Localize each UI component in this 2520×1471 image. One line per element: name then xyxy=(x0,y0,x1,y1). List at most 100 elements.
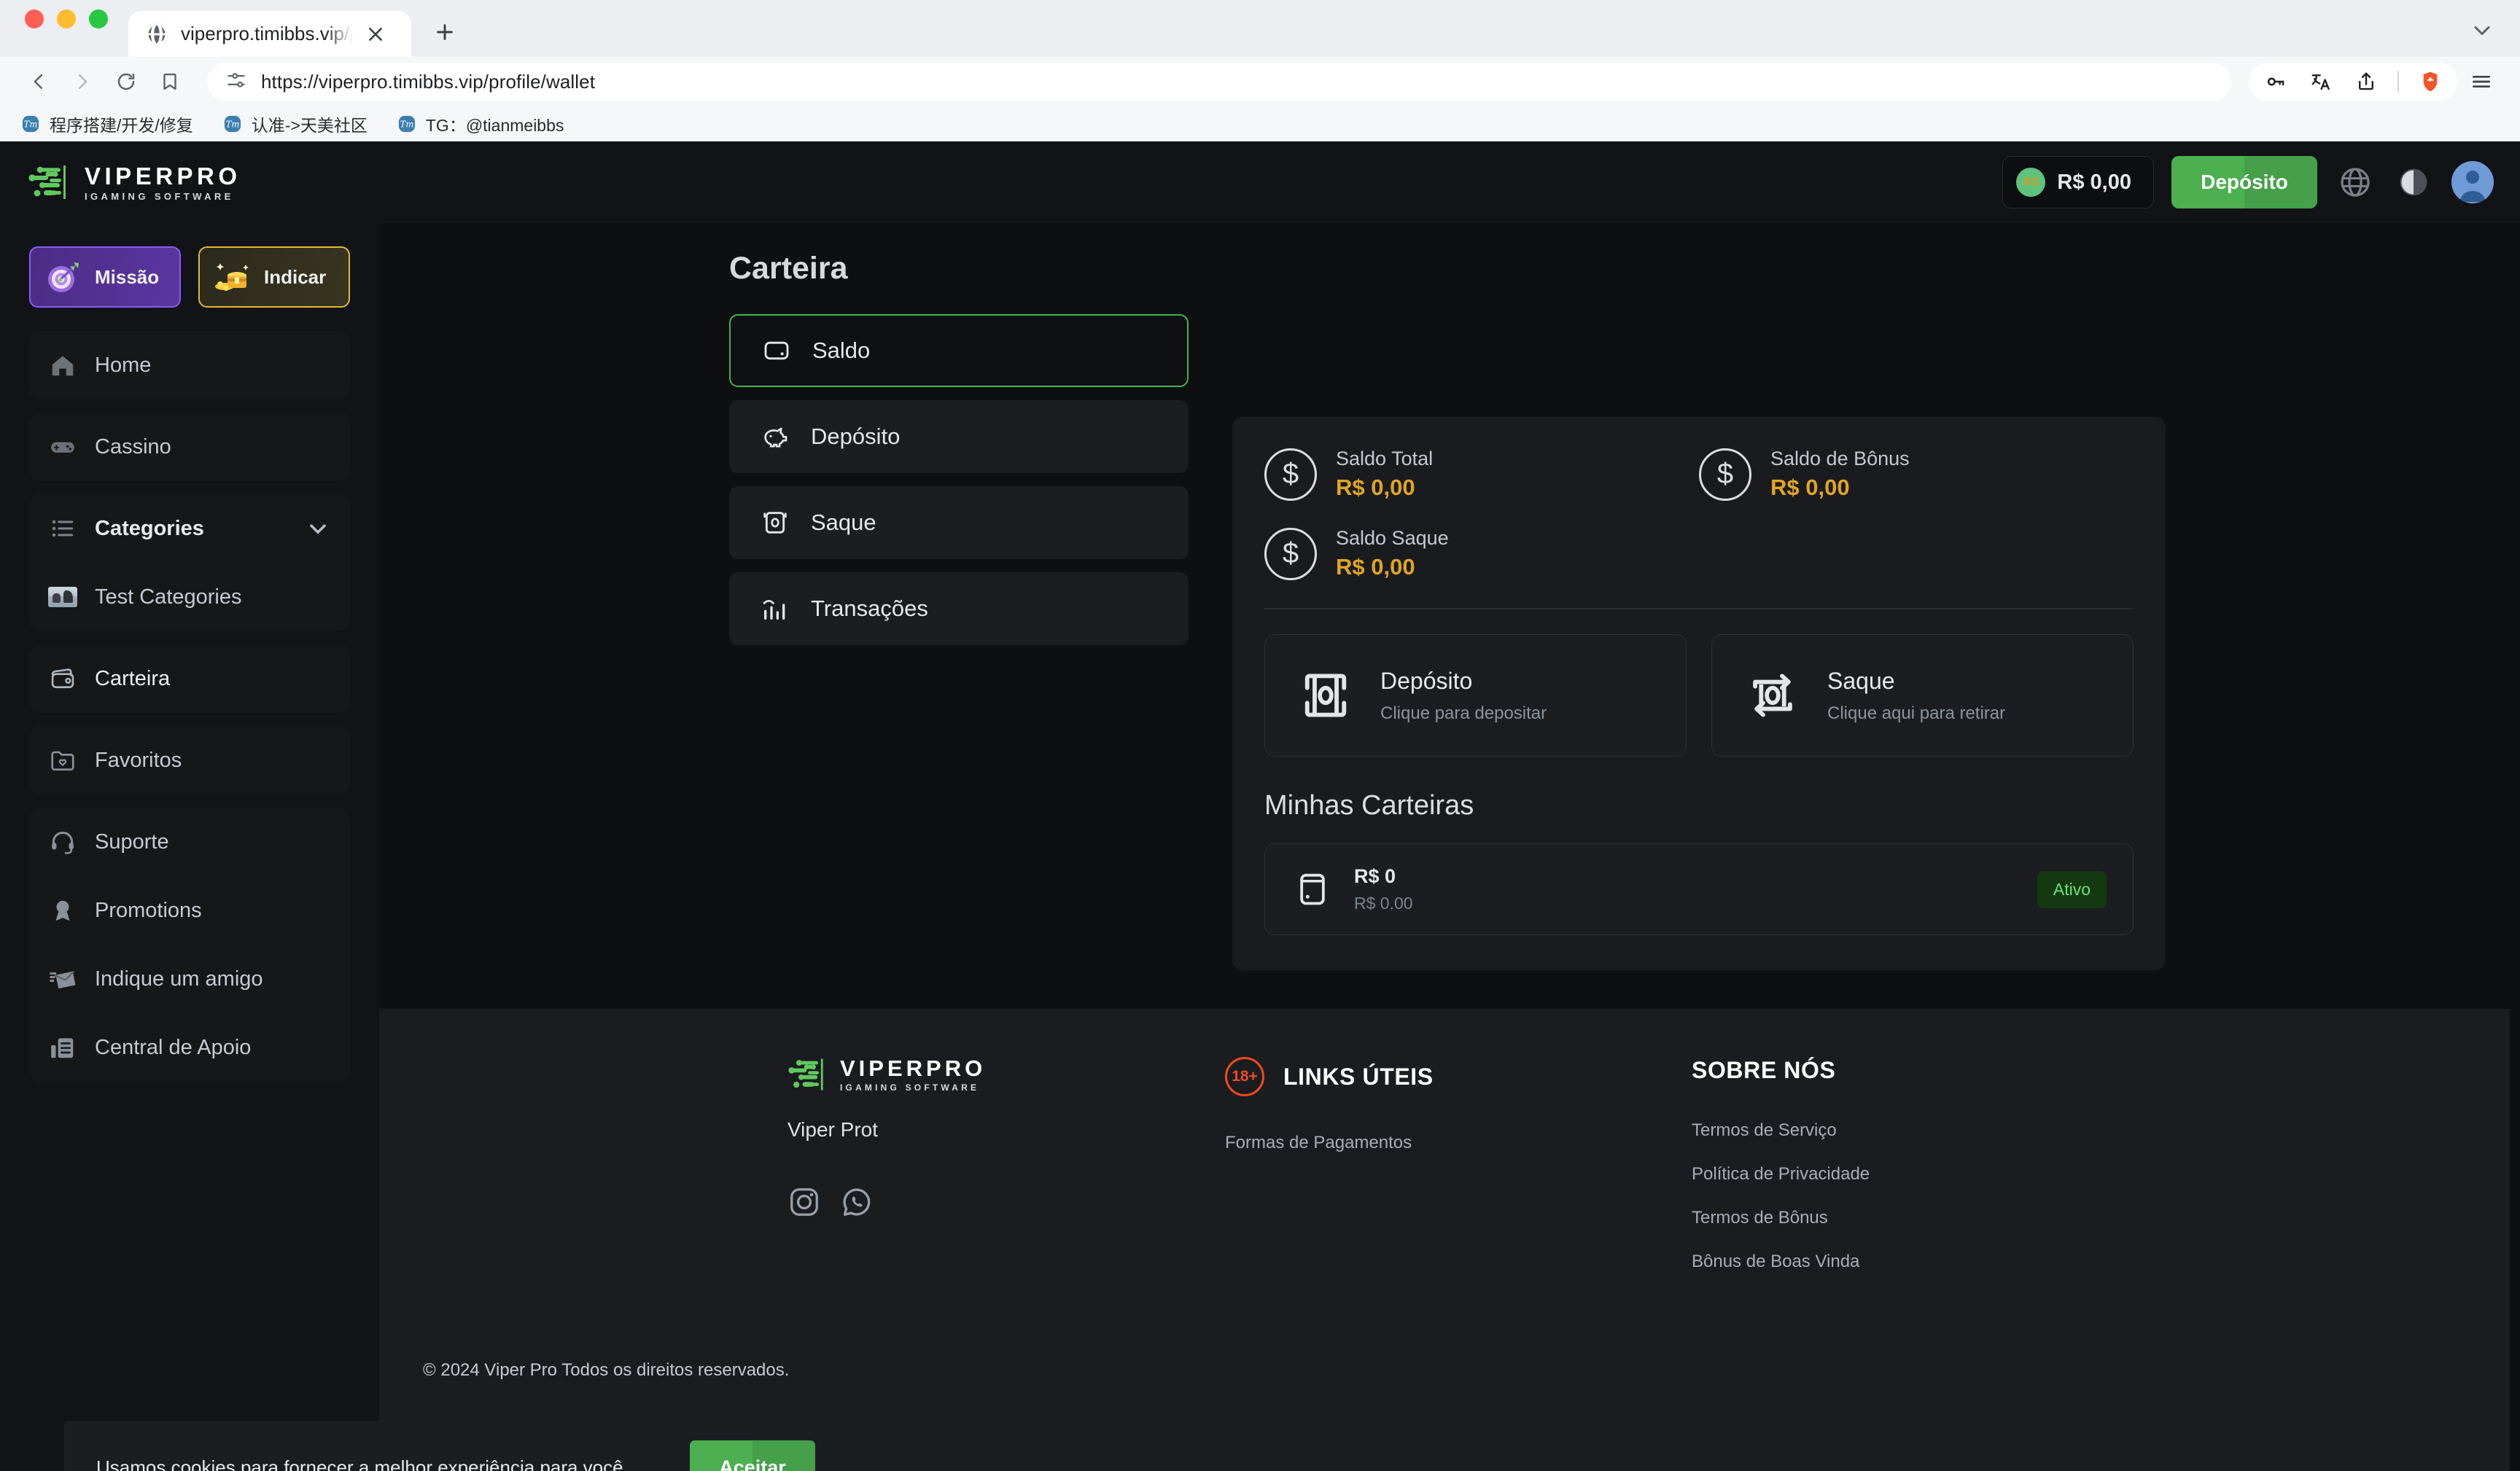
wallet-tab-deposito[interactable]: Depósito xyxy=(729,400,1189,473)
cookie-consent-banner: Usamos cookies para fornecer a melhor ex… xyxy=(64,1421,847,1471)
balance-label: Saldo Saque xyxy=(1336,527,1449,549)
instagram-icon[interactable] xyxy=(788,1185,821,1219)
action-card-deposito[interactable]: Depósito Clique para depositar xyxy=(1264,634,1687,757)
action-title: Saque xyxy=(1827,667,1895,694)
close-icon[interactable] xyxy=(365,23,386,45)
wallet-tab-saldo[interactable]: Saldo xyxy=(729,314,1189,387)
sidebar-group-support: Suporte Promotions Indique um amigo Cent… xyxy=(29,808,350,1082)
header-actions: R$ R$ 0,00 Depósito xyxy=(2002,156,2520,208)
gamepad-icon xyxy=(48,432,77,461)
footer-logo-subtitle: IGAMING SOFTWARE xyxy=(840,1082,980,1093)
footer-link[interactable]: Formas de Pagamentos xyxy=(1225,1133,1692,1153)
sidebar-item-home[interactable]: Home xyxy=(29,331,350,399)
sidebar-item-promotions[interactable]: Promotions xyxy=(29,876,350,945)
footer-brand-name: Viper Prot xyxy=(788,1118,878,1141)
sidebar-item-favoritos[interactable]: Favoritos xyxy=(29,726,350,795)
user-avatar-icon[interactable] xyxy=(2451,161,2494,203)
globe-icon xyxy=(144,22,169,47)
window-traffic-lights xyxy=(25,0,108,57)
translate-icon[interactable] xyxy=(2301,62,2341,101)
whatsapp-icon[interactable] xyxy=(840,1185,874,1219)
sidebar-item-suporte[interactable]: Suporte xyxy=(29,808,350,876)
share-icon[interactable] xyxy=(2346,62,2386,101)
site-logo[interactable]: VIPERPRO IGAMING SOFTWARE xyxy=(28,164,241,201)
support-center-icon xyxy=(48,1033,77,1062)
sidebar-item-carteira[interactable]: Carteira xyxy=(29,644,350,713)
sidebar-item-test-categories[interactable]: Test Categories xyxy=(29,563,350,631)
sidebar-item-indique-um-amigo[interactable]: Indique um amigo xyxy=(29,945,350,1013)
footer-link[interactable]: Termos de Bônus xyxy=(1692,1208,2158,1228)
action-card-saque[interactable]: Saque Clique aqui para retirar xyxy=(1711,634,2134,757)
table-row[interactable]: R$ 0 R$ 0.00 Ativo xyxy=(1264,843,2134,935)
back-icon[interactable] xyxy=(19,62,58,101)
maximize-window-button[interactable] xyxy=(89,9,108,28)
banknote-withdraw-icon xyxy=(1741,664,1804,727)
wallet-tab-saque[interactable]: Saque xyxy=(729,486,1189,559)
sidebar-item-label: Test Categories xyxy=(95,585,242,609)
tab-strip: viperpro.timibbs.vip/profile/w xyxy=(0,0,2520,57)
treasure-chest-icon xyxy=(213,257,252,297)
close-window-button[interactable] xyxy=(25,9,44,28)
address-bar[interactable]: https://viperpro.timibbs.vip/profile/wal… xyxy=(207,63,2231,101)
wallet-tabs-panel: Carteira Saldo Depósito Saque Transações xyxy=(729,251,1189,658)
theme-contrast-icon[interactable] xyxy=(2393,162,2434,203)
sidebar-item-label: Home xyxy=(95,353,152,377)
chevron-down-icon[interactable] xyxy=(305,515,331,542)
sidebar-promos: Missão Indicar xyxy=(29,246,350,308)
footer-link[interactable]: Termos de Serviço xyxy=(1692,1120,2158,1141)
atm-banknote-icon xyxy=(760,507,790,538)
accept-cookies-button[interactable]: Aceitar xyxy=(690,1440,815,1471)
url-text: https://viperpro.timibbs.vip/profile/wal… xyxy=(261,70,596,93)
dollar-circle-icon: $ xyxy=(1264,527,1317,580)
svg-text:Tm: Tm xyxy=(400,120,413,130)
menu-icon[interactable] xyxy=(2462,62,2501,101)
footer-logo-name: VIPERPRO xyxy=(840,1056,987,1081)
bookmark-item[interactable]: Tm TG：@tianmeibbs xyxy=(397,112,564,136)
forward-icon[interactable] xyxy=(63,62,102,101)
sidebar-group-cassino: Cassino xyxy=(29,413,350,481)
language-globe-icon[interactable] xyxy=(2335,162,2376,203)
browser-tab[interactable]: viperpro.timibbs.vip/profile/w xyxy=(128,11,411,57)
wallet-tab-label: Saque xyxy=(811,510,876,535)
sidebar-item-central-de-apoio[interactable]: Central de Apoio xyxy=(29,1013,350,1082)
wallet-details-panel: $ Saldo Total R$ 0,00 $ Saldo de Bônus R… xyxy=(1232,417,2166,970)
bookmark-item[interactable]: Tm 认准->天美社区 xyxy=(222,112,368,136)
bookmark-item[interactable]: Tm 程序搭建/开发/修复 xyxy=(20,112,193,136)
sidebar-promo-missao[interactable]: Missão xyxy=(29,246,181,308)
svg-text:Tm: Tm xyxy=(24,120,38,130)
footer-copyright: © 2024 Viper Pro Todos os direitos reser… xyxy=(423,1360,790,1380)
sidebar-group-home: Home xyxy=(29,331,350,399)
photo-thumbnail-icon xyxy=(48,587,77,607)
headset-icon xyxy=(48,827,77,857)
password-key-icon[interactable] xyxy=(2256,62,2295,101)
header-balance-chip[interactable]: R$ R$ 0,00 xyxy=(2002,156,2154,208)
site-settings-icon[interactable] xyxy=(226,70,246,94)
tm-icon: Tm xyxy=(222,114,243,134)
deposit-button[interactable]: Depósito xyxy=(2171,156,2317,208)
reload-icon[interactable] xyxy=(106,62,146,101)
bookmark-label: 认准->天美社区 xyxy=(251,116,368,135)
bookmark-label: 程序搭建/开发/修复 xyxy=(50,116,193,135)
wallet-tab-transacoes[interactable]: Transações xyxy=(729,572,1189,645)
dollar-circle-icon: $ xyxy=(1699,448,1751,501)
header-balance-amount: R$ 0,00 xyxy=(2057,170,2131,194)
tm-icon: Tm xyxy=(20,114,41,134)
footer-link[interactable]: Política de Privacidade xyxy=(1692,1164,2158,1185)
sidebar-promo-indicar[interactable]: Indicar xyxy=(198,246,350,308)
wallet-tab-label: Transações xyxy=(811,596,928,621)
minimize-window-button[interactable] xyxy=(57,9,76,28)
footer-brand-column: VIPERPRO IGAMING SOFTWARE Viper Prot xyxy=(788,1057,1225,1295)
sidebar-item-cassino[interactable]: Cassino xyxy=(29,413,350,481)
sidebar-item-label: Suporte xyxy=(95,830,169,854)
brave-shield-icon[interactable] xyxy=(2411,62,2450,101)
chevron-down-icon[interactable] xyxy=(2469,17,2495,44)
action-subtitle: Clique aqui para retirar xyxy=(1827,703,2006,723)
new-tab-button[interactable] xyxy=(424,12,465,52)
footer-link[interactable]: Bônus de Boas Vinda xyxy=(1692,1252,2158,1272)
logo-wordmark: VIPERPRO IGAMING SOFTWARE xyxy=(85,164,241,201)
bookmark-icon[interactable] xyxy=(150,62,190,101)
sidebar-item-categories[interactable]: Categories xyxy=(29,494,350,563)
page-scrollbar[interactable] xyxy=(2510,223,2520,1471)
logo-name: VIPERPRO xyxy=(85,162,241,190)
sidebar-item-label: Central de Apoio xyxy=(95,1035,252,1059)
